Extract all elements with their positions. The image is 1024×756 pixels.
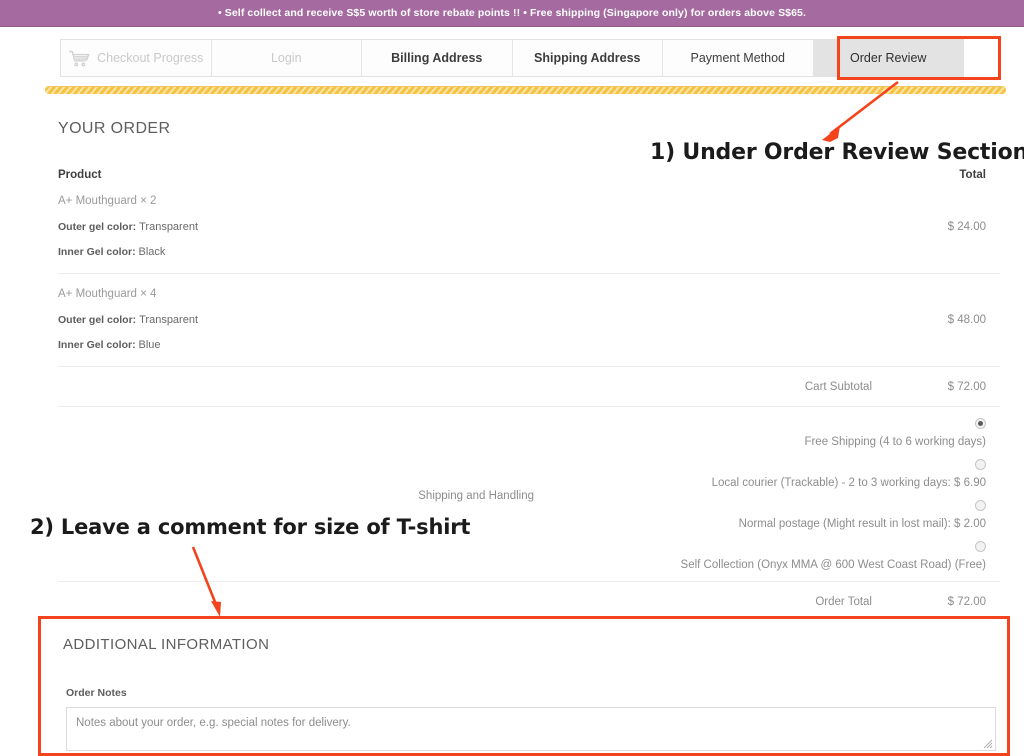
cart-subtotal-row: Cart Subtotal $ 72.00 <box>58 367 1000 407</box>
table-header-row: Product Total <box>58 169 1000 181</box>
order-review-table: Product Total A+ Mouthguard × 2 Outer ge… <box>58 169 1000 622</box>
promo-banner-text: • Self collect and receive S$5 worth of … <box>217 7 807 19</box>
page-title: YOUR ORDER <box>58 120 171 137</box>
tab-label: Billing Address <box>391 51 483 65</box>
attribute-label: Inner Gel color: <box>58 246 136 258</box>
cart-subtotal-value: $ 72.00 <box>947 381 986 393</box>
order-notes-textarea[interactable]: Notes about your order, e.g. special not… <box>66 707 996 751</box>
product-details: A+ Mouthguard × 2 Outer gel color: Trans… <box>58 195 198 258</box>
attribute-label: Inner Gel color: <box>58 339 136 351</box>
shipping-option-label: Normal postage (Might result in lost mai… <box>738 518 986 530</box>
order-total-value: $ 72.00 <box>947 596 986 608</box>
product-attribute-outer-gel: Outer gel color: Transparent <box>58 314 198 326</box>
annotation-text-1: 1) Under Order Review Section <box>650 140 1024 165</box>
radio-self-collection[interactable] <box>975 541 986 552</box>
tab-label: Order Review <box>850 51 927 65</box>
shipping-option-normal-postage[interactable]: Normal postage (Might result in lost mai… <box>556 500 986 532</box>
shipping-option-free-shipping[interactable]: Free Shipping (4 to 6 working days) <box>556 418 986 450</box>
tab-login[interactable]: Login <box>211 40 362 76</box>
attribute-value: Black <box>138 246 166 258</box>
shipping-option-label: Self Collection (Onyx MMA @ 600 West Coa… <box>680 559 986 571</box>
promo-banner: • Self collect and receive S$5 worth of … <box>0 0 1024 27</box>
shipping-option-local-courier[interactable]: Local courier (Trackable) - 2 to 3 worki… <box>556 459 986 491</box>
tab-billing-address[interactable]: Billing Address <box>362 40 513 76</box>
shipping-and-handling-label: Shipping and Handling <box>418 489 534 502</box>
tab-label: Login <box>270 51 302 65</box>
tab-label: Checkout Progress <box>97 51 204 65</box>
table-row: A+ Mouthguard × 2 Outer gel color: Trans… <box>58 181 1000 274</box>
shipping-option-self-collection[interactable]: Self Collection (Onyx MMA @ 600 West Coa… <box>556 541 986 573</box>
column-header-product: Product <box>58 169 102 181</box>
your-order-section: YOUR ORDER Product Total A+ Mouthguard ×… <box>0 120 1024 622</box>
progress-indicator-bar <box>45 86 1006 94</box>
order-total-label: Order Total <box>815 596 872 608</box>
product-details: A+ Mouthguard × 4 Outer gel color: Trans… <box>58 288 198 351</box>
attribute-label: Outer gel color: <box>58 314 137 326</box>
shopping-cart-icon <box>68 50 90 67</box>
product-attribute-inner-gel: Inner Gel color: Blue <box>58 339 198 351</box>
attribute-value: Transparent <box>139 221 199 233</box>
radio-local-courier[interactable] <box>975 459 986 470</box>
additional-information-title: ADDITIONAL INFORMATION <box>63 636 270 653</box>
shipping-option-label: Local courier (Trackable) - 2 to 3 worki… <box>711 477 986 489</box>
resize-grip-icon[interactable] <box>983 739 993 749</box>
attribute-value: Transparent <box>139 314 199 326</box>
order-notes-label: Order Notes <box>66 687 127 699</box>
table-row: A+ Mouthguard × 4 Outer gel color: Trans… <box>58 274 1000 367</box>
annotation-text-2: 2) Leave a comment for size of T-shirt <box>30 515 471 539</box>
product-attribute-outer-gel: Outer gel color: Transparent <box>58 221 198 233</box>
tab-payment-method[interactable]: Payment Method <box>663 40 814 76</box>
product-line-total: $ 48.00 <box>947 313 986 326</box>
shipping-method-options: Free Shipping (4 to 6 working days) Loca… <box>556 418 1000 573</box>
product-line-total: $ 24.00 <box>947 220 986 233</box>
order-notes-placeholder: Notes about your order, e.g. special not… <box>76 717 351 729</box>
attribute-label: Outer gel color: <box>58 221 137 233</box>
product-attribute-inner-gel: Inner Gel color: Black <box>58 246 198 258</box>
radio-normal-postage[interactable] <box>975 500 986 511</box>
shipping-option-label: Free Shipping (4 to 6 working days) <box>804 436 986 448</box>
product-name: A+ Mouthguard × 2 <box>58 195 157 207</box>
tab-checkout-progress[interactable]: Checkout Progress <box>61 40 212 76</box>
checkout-tabs: Checkout Progress Login Billing Address … <box>60 39 964 77</box>
cart-subtotal-label: Cart Subtotal <box>804 381 872 393</box>
column-header-total: Total <box>959 169 986 181</box>
attribute-value: Blue <box>138 339 161 351</box>
tab-shipping-address[interactable]: Shipping Address <box>512 40 663 76</box>
additional-information-section: ADDITIONAL INFORMATION Order Notes Notes… <box>38 616 1010 756</box>
tab-order-review[interactable]: Order Review <box>813 40 963 76</box>
tab-label: Shipping Address <box>534 51 641 65</box>
product-name: A+ Mouthguard × 4 <box>58 288 157 300</box>
tab-label: Payment Method <box>690 51 786 65</box>
shipping-and-handling-row: Shipping and Handling Free Shipping (4 t… <box>58 407 1000 582</box>
checkout-progress-bar: Checkout Progress Login Billing Address … <box>0 27 1024 77</box>
radio-free-shipping[interactable] <box>975 418 986 429</box>
